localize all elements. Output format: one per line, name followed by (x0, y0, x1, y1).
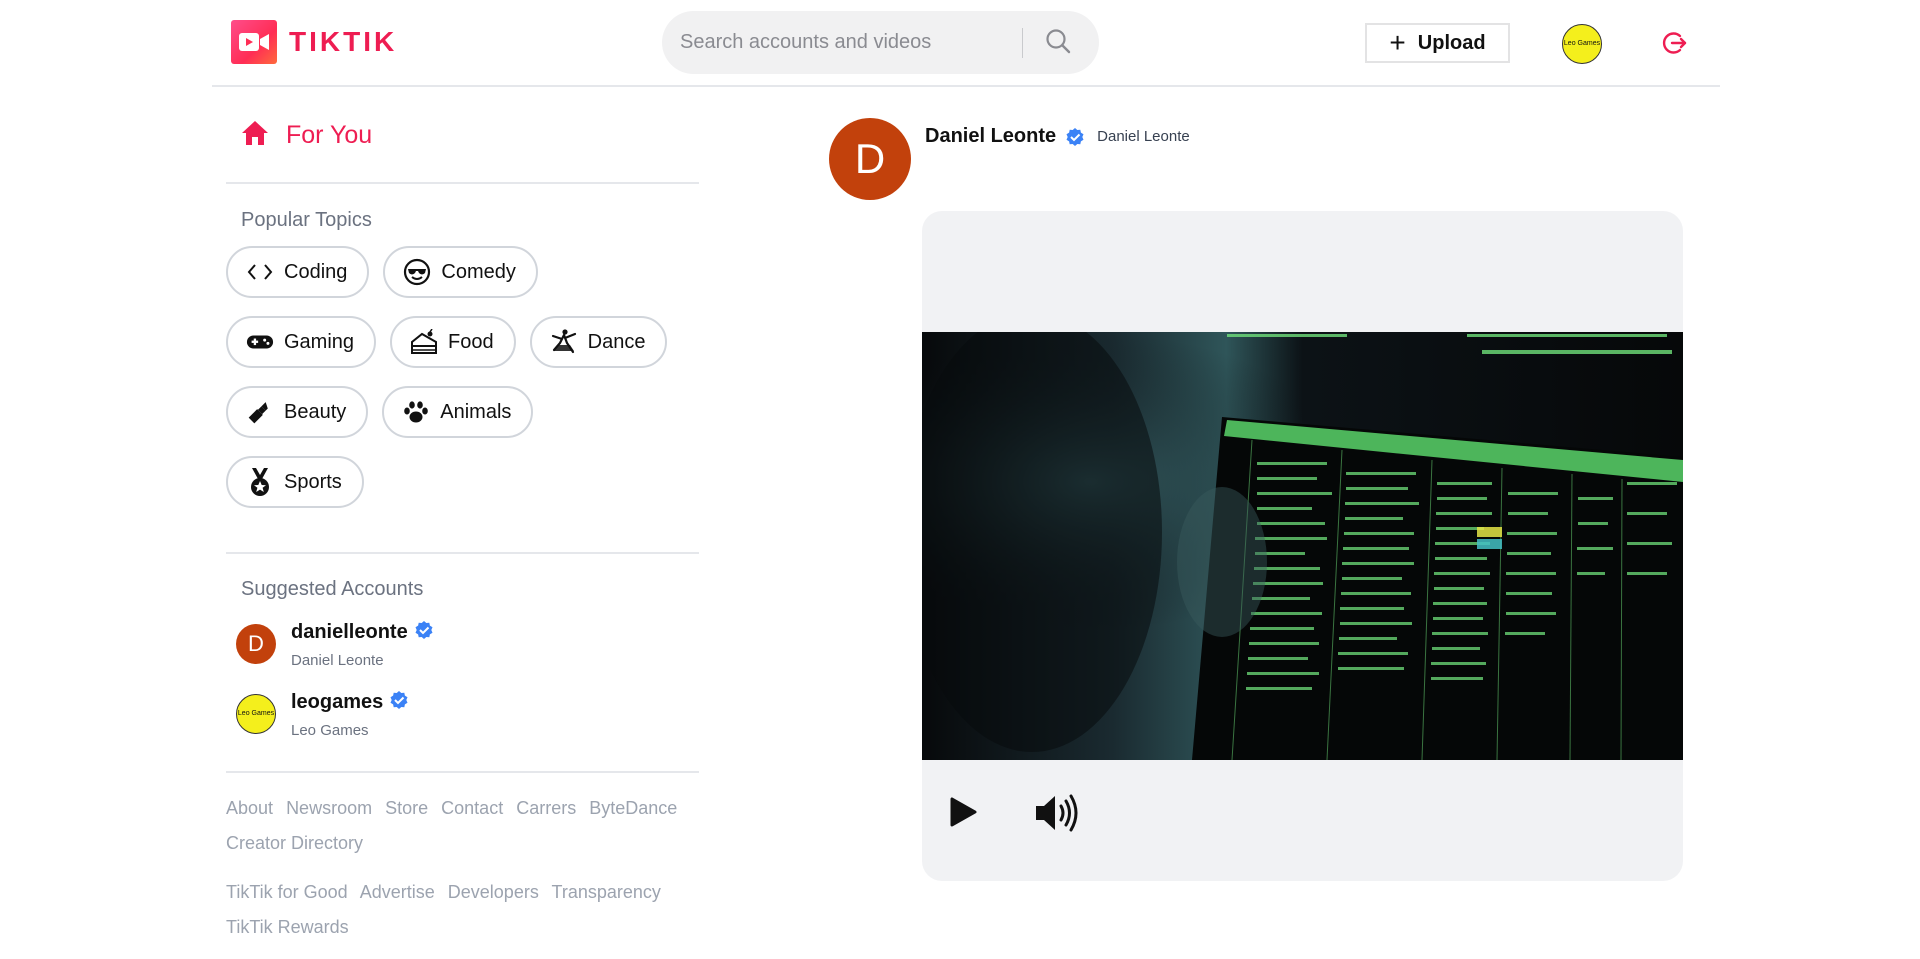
footer-link-advertise[interactable]: Advertise (360, 882, 435, 902)
topics-list: Coding Comedy Gaming Food Dance Beauty A… (226, 232, 699, 552)
dancer-icon (550, 328, 578, 356)
footer-link-transparency[interactable]: Transparency (552, 882, 661, 902)
search-bar (662, 11, 1099, 74)
divider (226, 182, 699, 184)
search-input[interactable] (678, 30, 1022, 55)
cake-icon (410, 328, 438, 356)
sidebar: For You Popular Topics Coding Comedy Gam… (226, 95, 699, 959)
footer-link-contact[interactable]: Contact (441, 798, 503, 818)
camera-logo-icon (231, 20, 277, 64)
footer-link-tiktik-rewards[interactable]: TikTik Rewards (226, 917, 349, 937)
tiktik-logo[interactable]: TIKTIK (231, 20, 397, 64)
account-info: danielleonte Daniel Leonte (291, 620, 434, 669)
play-icon[interactable] (948, 796, 978, 828)
avatar: D (236, 624, 276, 664)
footer-link-store[interactable]: Store (385, 798, 428, 818)
divider (226, 552, 699, 554)
medal-icon (246, 468, 274, 496)
verified-icon (389, 690, 409, 716)
topic-label: Sports (284, 470, 342, 493)
user-avatar[interactable]: Leo Games (1562, 24, 1602, 64)
search-divider (1022, 28, 1023, 58)
lipstick-icon (246, 398, 274, 426)
plus-icon: + (1389, 27, 1406, 58)
footer-link-about[interactable]: About (226, 798, 273, 818)
upload-label: Upload (1417, 31, 1486, 54)
post-author-display-name: Daniel Leonte (1097, 128, 1190, 145)
topic-sports[interactable]: Sports (226, 456, 364, 508)
account-username: danielleonte (291, 621, 408, 643)
topic-label: Food (448, 330, 494, 353)
post-author-avatar[interactable]: D (829, 118, 911, 200)
video-player[interactable] (922, 332, 1683, 760)
topic-label: Beauty (284, 400, 347, 423)
footer-link-newsroom[interactable]: Newsroom (286, 798, 372, 818)
topic-label: Gaming (284, 330, 355, 353)
topic-comedy[interactable]: Comedy (383, 246, 538, 298)
video-card (922, 211, 1683, 881)
topic-food[interactable]: Food (390, 316, 516, 368)
topic-beauty[interactable]: Beauty (226, 386, 369, 438)
brand-name: TIKTIK (289, 26, 398, 57)
topic-label: Coding (284, 260, 348, 283)
topic-animals[interactable]: Animals (382, 386, 534, 438)
suggested-account-danielleonte[interactable]: D danielleonte Daniel Leonte (226, 609, 699, 679)
footer-link-developers[interactable]: Developers (448, 882, 539, 902)
account-info: leogames Leo Games (291, 690, 409, 739)
avatar: Leo Games (236, 694, 276, 734)
footer-links-group-2: TikTik for Good Advertise Developers Tra… (226, 875, 699, 945)
suggested-accounts-title: Suggested Accounts (241, 578, 424, 600)
upload-button[interactable]: + Upload (1365, 23, 1510, 63)
verified-icon (414, 620, 434, 646)
home-icon (240, 119, 270, 152)
footer-link-creator-directory[interactable]: Creator Directory (226, 833, 363, 853)
topic-coding[interactable]: Coding (226, 246, 370, 298)
footer-links: About Newsroom Store Contact Carrers Byt… (226, 773, 699, 945)
gamepad-icon (246, 328, 274, 356)
footer-link-tiktik-for-good[interactable]: TikTik for Good (226, 882, 348, 902)
footer-link-bytedance[interactable]: ByteDance (589, 798, 677, 818)
account-username-row: danielleonte (291, 620, 434, 646)
topic-dance[interactable]: Dance (529, 316, 668, 368)
paw-icon (402, 398, 430, 426)
post-author-username[interactable]: Daniel Leonte (925, 125, 1056, 148)
footer-links-group-1: About Newsroom Store Contact Carrers Byt… (226, 791, 699, 861)
for-you-label: For You (286, 120, 373, 149)
topic-label: Animals (440, 400, 512, 423)
popular-topics-title: Popular Topics (241, 209, 372, 231)
topic-gaming[interactable]: Gaming (226, 316, 377, 368)
post-header: D Daniel Leonte Daniel Leonte (829, 118, 1190, 200)
nav-for-you[interactable]: For You (226, 95, 699, 175)
account-username-row: leogames (291, 690, 409, 716)
volume-icon[interactable] (1034, 793, 1080, 833)
search-icon[interactable] (1044, 27, 1074, 57)
suggested-account-leogames[interactable]: Leo Games leogames Leo Games (226, 679, 699, 749)
account-display-name: Leo Games (291, 721, 369, 739)
account-display-name: Daniel Leonte (291, 651, 384, 669)
post-author-meta: Daniel Leonte Daniel Leonte (925, 125, 1190, 148)
topic-label: Comedy (441, 260, 516, 283)
topic-label: Dance (587, 330, 646, 353)
sunglasses-emoji-icon (403, 258, 431, 286)
footer-link-carrers[interactable]: Carrers (516, 798, 576, 818)
top-header: TIKTIK + Upload Leo Games (212, 0, 1720, 87)
verified-icon (1065, 127, 1085, 147)
code-icon (246, 258, 274, 286)
logout-icon[interactable] (1660, 29, 1688, 57)
account-username: leogames (291, 691, 384, 713)
